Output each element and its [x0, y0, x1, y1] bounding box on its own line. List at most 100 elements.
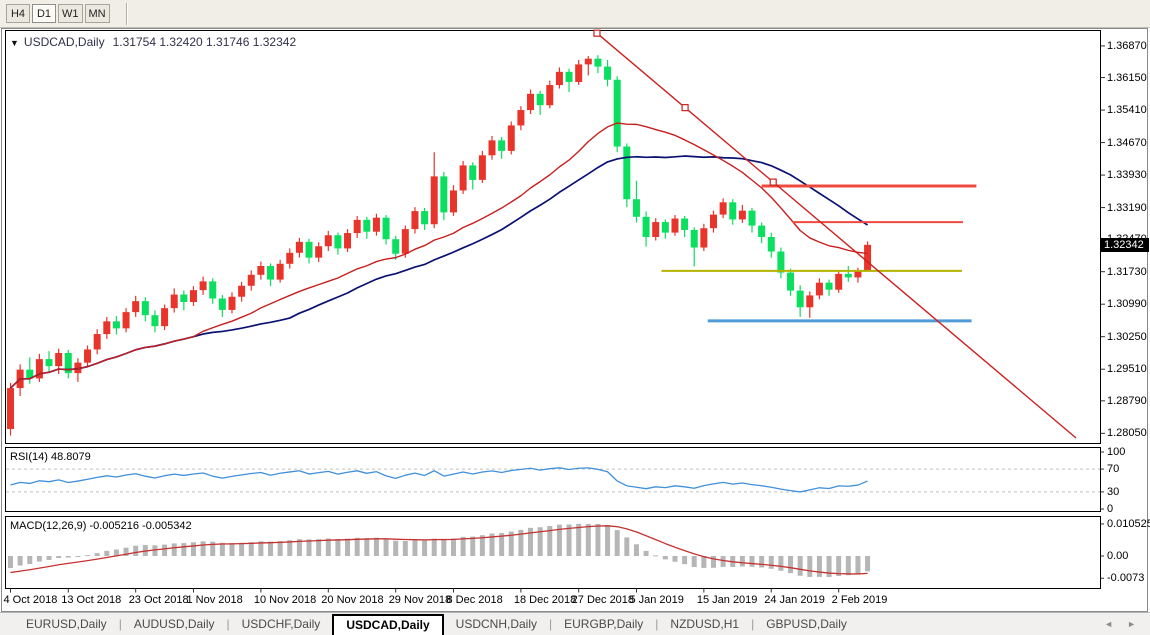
macd-histogram-bar: [721, 556, 726, 567]
date-axis-label: 4 Oct 2018: [4, 594, 58, 606]
chart-title: USDCAD,Daily: [24, 35, 105, 49]
macd-histogram-bar: [615, 530, 620, 556]
candle-body: [402, 229, 409, 254]
tab-eurusd[interactable]: EURUSD,Daily: [14, 614, 119, 635]
candle-body: [489, 140, 496, 155]
price-scale-label: 1.34670: [1107, 137, 1147, 149]
tab-scroll-left-icon[interactable]: ◄: [1104, 619, 1113, 629]
candle-body: [758, 226, 765, 237]
macd-histogram-bar: [865, 556, 870, 571]
candle-body: [662, 222, 669, 233]
date-axis-label: 1 Nov 2018: [186, 594, 242, 606]
candle-body: [315, 246, 322, 257]
price-scale-label: 1.30250: [1107, 331, 1147, 343]
candle-body: [710, 215, 717, 229]
candle-body: [720, 202, 727, 214]
macd-histogram-bar: [653, 555, 658, 556]
macd-histogram-bar: [104, 551, 109, 556]
macd-histogram-bar: [682, 556, 687, 564]
candle-body: [614, 80, 621, 147]
macd-histogram-bar: [8, 556, 13, 568]
macd-histogram-bar: [326, 538, 331, 556]
candle-body: [566, 72, 573, 82]
candle-body: [344, 233, 351, 248]
tab-usdcnh[interactable]: USDCNH,Daily: [444, 614, 549, 635]
candle-body: [123, 312, 130, 328]
macd-histogram-bar: [807, 556, 812, 577]
candle-body: [431, 176, 438, 224]
rsi-scale-label: 30: [1107, 486, 1119, 498]
macd-histogram-bar: [759, 556, 764, 568]
macd-histogram-bar: [374, 538, 379, 556]
tab-scroll-right-icon[interactable]: ►: [1127, 619, 1136, 629]
candle-body: [277, 264, 284, 280]
macd-histogram-bar: [788, 556, 793, 573]
candle-body: [286, 253, 293, 264]
tab-gbpusd[interactable]: GBPUSD,Daily: [754, 614, 859, 635]
macd-histogram-bar: [66, 556, 71, 558]
candle-body: [469, 165, 476, 179]
candle-body: [171, 295, 178, 309]
rsi-label: RSI(14) 48.8079: [10, 451, 91, 463]
rsi-panel: [6, 448, 1101, 512]
candle-body: [864, 245, 871, 271]
tab-usdcad[interactable]: USDCAD,Daily: [332, 614, 443, 635]
candle-body: [575, 64, 582, 82]
macd-histogram-bar: [461, 537, 466, 556]
candle-body: [392, 239, 399, 253]
candle-body: [306, 242, 313, 258]
candle-body: [421, 211, 428, 224]
macd-label: MACD(12,26,9) -0.005216 -0.005342: [10, 520, 192, 532]
tab-audusd[interactable]: AUDUSD,Daily: [122, 614, 227, 635]
macd-histogram-bar: [595, 524, 600, 556]
macd-scale-label: -0.0073: [1107, 572, 1144, 584]
candle-body: [334, 235, 341, 248]
macd-histogram-bar: [586, 524, 591, 556]
date-axis-label: 27 Dec 2018: [572, 594, 634, 606]
tab-eurgbp[interactable]: EURGBP,Daily: [552, 614, 655, 635]
candle-body: [257, 266, 264, 275]
macd-histogram-bar: [855, 556, 860, 574]
macd-histogram-bar: [201, 541, 206, 556]
macd-histogram-bar: [451, 539, 456, 556]
candle-body: [296, 242, 303, 253]
rsi-scale-label: 100: [1107, 446, 1125, 458]
macd-histogram-bar: [663, 556, 668, 559]
current-price-badge: 1.32342: [1101, 238, 1149, 252]
date-axis-label: 8 Dec 2018: [446, 594, 502, 606]
chart-canvas[interactable]: [0, 0, 1150, 635]
macd-histogram-bar: [47, 556, 52, 560]
candle-body: [546, 85, 553, 105]
macd-histogram-bar: [412, 540, 417, 556]
trendline-anchor[interactable]: [682, 105, 688, 111]
macd-histogram-bar: [672, 556, 677, 562]
candle-body: [142, 301, 149, 315]
candle-body: [729, 202, 736, 219]
tab-nzdusd[interactable]: NZDUSD,H1: [658, 614, 751, 635]
chart-header: ▼USDCAD,Daily1.31754 1.32420 1.31746 1.3…: [10, 35, 296, 49]
candle-body: [768, 237, 775, 251]
candle-body: [383, 218, 390, 240]
candle-body: [209, 281, 216, 298]
price-scale-label: 1.28050: [1107, 427, 1147, 439]
candle-body: [517, 110, 524, 125]
price-scale-label: 1.33930: [1107, 169, 1147, 181]
tab-usdchf[interactable]: USDCHF,Daily: [230, 614, 333, 635]
candle-body: [248, 275, 255, 286]
candle-body: [643, 217, 650, 237]
candle-body: [671, 219, 678, 233]
macd-histogram-bar: [172, 543, 177, 556]
macd-histogram-bar: [133, 546, 138, 556]
candle-body: [151, 315, 158, 326]
candle-body: [681, 219, 688, 230]
macd-histogram-bar: [56, 556, 61, 558]
macd-histogram-bar: [740, 556, 745, 566]
candle-body: [594, 59, 601, 67]
macd-histogram-bar: [846, 556, 851, 575]
trendline-anchor[interactable]: [770, 179, 776, 185]
candle-body: [585, 59, 592, 65]
candle-body: [440, 176, 447, 212]
trendline-anchor[interactable]: [594, 30, 600, 36]
macd-histogram-bar: [229, 543, 234, 556]
candle-body: [633, 199, 640, 217]
